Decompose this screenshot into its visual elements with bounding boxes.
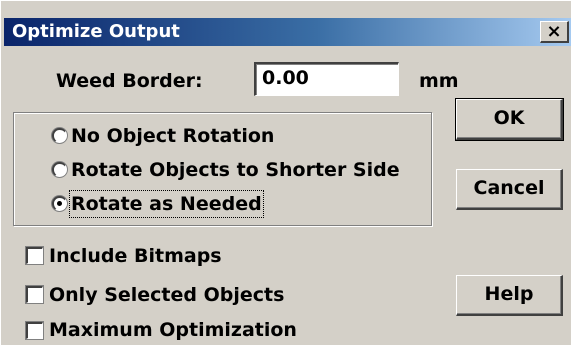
radio-selected-dot — [57, 201, 62, 206]
cancel-button[interactable]: Cancel — [456, 169, 563, 210]
radio-button[interactable] — [52, 162, 67, 177]
close-button[interactable]: × — [540, 21, 569, 43]
window-title: Optimize Output — [12, 21, 180, 42]
checkbox-label[interactable]: Only Selected Objects — [49, 283, 284, 307]
weed-border-input[interactable]: 0.00 — [254, 62, 399, 96]
radio-label[interactable]: Rotate Objects to Shorter Side — [71, 158, 400, 182]
close-icon: × — [546, 21, 562, 42]
title-bar[interactable]: Optimize Output × — [4, 18, 571, 46]
optimize-output-dialog: Optimize Output × Weed Border: 0.00 mm N… — [0, 0, 571, 345]
radio-button-selected[interactable] — [52, 196, 67, 211]
checkbox-box[interactable] — [26, 322, 43, 339]
radio-label[interactable]: Rotate as Needed — [69, 190, 264, 218]
ok-button[interactable]: OK — [455, 98, 564, 141]
radio-label[interactable]: No Object Rotation — [71, 124, 274, 148]
checkbox-label[interactable]: Maximum Optimization — [49, 318, 297, 342]
weed-border-unit: mm — [419, 70, 459, 92]
radio-button[interactable] — [52, 128, 67, 143]
help-button[interactable]: Help — [456, 275, 563, 316]
checkbox-label[interactable]: Include Bitmaps — [49, 244, 222, 268]
checkbox-box[interactable] — [26, 247, 43, 264]
weed-border-label: Weed Border: — [56, 70, 203, 92]
checkbox-box[interactable] — [26, 286, 43, 303]
